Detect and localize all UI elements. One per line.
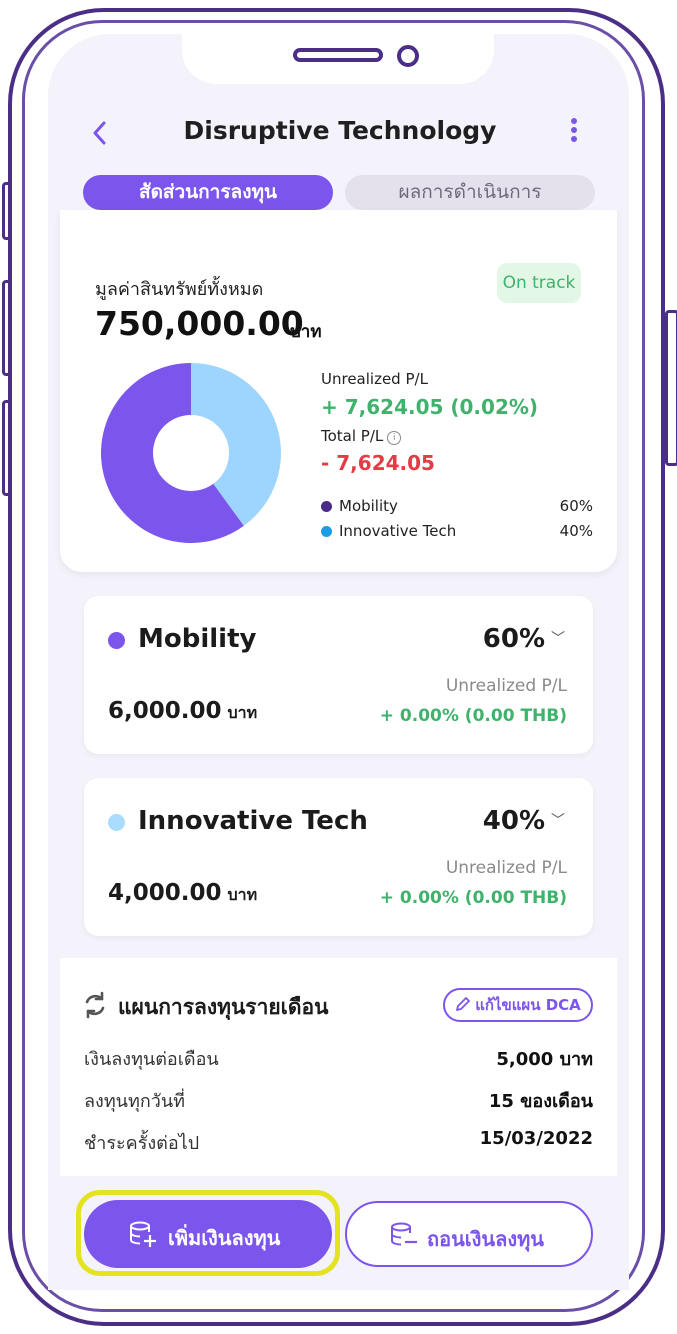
allocation-name: Innovative Tech (138, 806, 368, 836)
legend-item-innovative-tech: Innovative Tech 40% (321, 522, 593, 542)
legend-pct: 40% (559, 522, 593, 540)
unrealized-pl-label: Unrealized P/L (321, 370, 428, 388)
tab-allocation[interactable]: สัดส่วนการลงทุน (83, 175, 333, 210)
total-assets-value: 750,000.00 (95, 304, 304, 343)
total-assets-label: มูลค่าสินทรัพย์ทั้งหมด (95, 279, 264, 300)
dca-row-label: ลงทุนทุกวันที่ (84, 1091, 186, 1112)
total-pl-label-row: Total P/L i (321, 427, 402, 445)
add-investment-button[interactable]: เพิ่มเงินลงทุน (84, 1200, 332, 1268)
legend-pct: 60% (559, 497, 593, 515)
add-investment-label: เพิ่มเงินลงทุน (168, 1226, 281, 1250)
allocation-amount-value: 4,000.00 (108, 880, 222, 906)
edit-dca-label: แก้ไขแผน DCA (475, 996, 581, 1014)
camera (397, 45, 419, 67)
allocation-color-dot (108, 632, 125, 649)
legend-item-mobility: Mobility 60% (321, 497, 593, 517)
tab-performance[interactable]: ผลการดำเนินการ (345, 175, 595, 210)
allocation-amount: 6,000.00 บาท (108, 698, 257, 726)
status-badge: On track (497, 263, 581, 303)
chevron-down-icon[interactable]: ﹀ (551, 628, 565, 648)
allocation-card-mobility[interactable]: Mobility 60% ﹀ 6,000.00 บาท Unrealized P/… (84, 596, 593, 754)
chevron-down-icon[interactable]: ﹀ (551, 810, 565, 830)
allocation-amount-unit: บาท (227, 885, 258, 904)
total-pl-value: - 7,624.05 (321, 451, 435, 475)
allocation-color-dot (108, 814, 125, 831)
allocation-name: Mobility (138, 624, 257, 654)
allocation-amount: 4,000.00 บาท (108, 880, 257, 908)
allocation-pl-label: Unrealized P/L (445, 676, 567, 696)
coin-stack-minus-icon (391, 1222, 417, 1246)
refresh-icon (85, 991, 105, 1019)
info-icon[interactable]: i (387, 431, 402, 445)
back-arrow-icon[interactable] (88, 118, 112, 148)
power-button (665, 310, 677, 466)
dca-row-value: 15/03/2022 (479, 1128, 593, 1149)
legend-name: Mobility (339, 497, 398, 515)
withdraw-investment-label: ถอนเงินลงทุน (427, 1227, 544, 1251)
legend-name: Innovative Tech (339, 522, 457, 540)
coin-stack-plus-icon (130, 1221, 156, 1247)
allocation-amount-value: 6,000.00 (108, 698, 222, 724)
donut-hole (153, 415, 229, 491)
dca-row-value: 15 ของเดือน (488, 1091, 593, 1112)
allocation-card-innovative-tech[interactable]: Innovative Tech 40% ﹀ 4,000.00 บาท Unreal… (84, 778, 593, 936)
legend-dot (321, 526, 332, 537)
allocation-pl-label: Unrealized P/L (445, 858, 567, 878)
legend-dot (321, 501, 332, 512)
dca-plan-title: แผนการลงทุนรายเดือน (118, 995, 329, 1019)
dca-row-value: 5,000 บาท (496, 1049, 593, 1070)
allocation-percent: 60% (482, 624, 545, 654)
allocation-pl-value: + 0.00% (0.00 THB) (379, 706, 567, 726)
total-assets-unit: บาท (290, 322, 322, 342)
page-title: Disruptive Technology (183, 116, 497, 145)
total-pl-label: Total P/L (321, 427, 384, 445)
allocation-donut-chart (100, 363, 281, 543)
withdraw-investment-button[interactable]: ถอนเงินลงทุน (345, 1201, 593, 1267)
allocation-amount-unit: บาท (227, 703, 258, 722)
dca-row-label: เงินลงทุนต่อเดือน (84, 1049, 219, 1070)
more-options-icon[interactable] (566, 118, 582, 148)
allocation-percent: 40% (482, 806, 545, 836)
pencil-icon (456, 997, 471, 1011)
speaker (293, 48, 383, 62)
edit-dca-button[interactable]: แก้ไขแผน DCA (443, 988, 593, 1022)
unrealized-pl-value: + 7,624.05 (0.02%) (321, 395, 539, 419)
dca-row-label: ชำระครั้งต่อไป (84, 1133, 200, 1154)
allocation-pl-value: + 0.00% (0.00 THB) (379, 888, 567, 908)
